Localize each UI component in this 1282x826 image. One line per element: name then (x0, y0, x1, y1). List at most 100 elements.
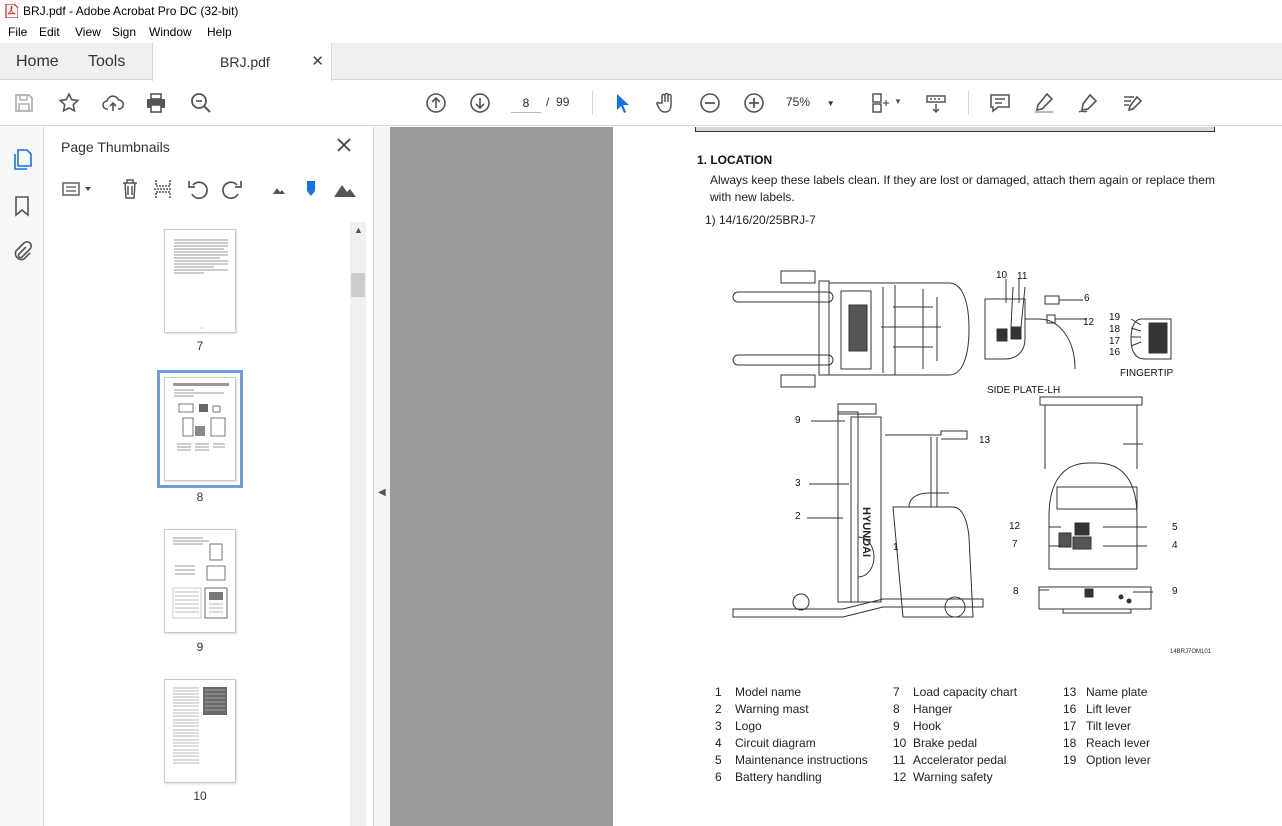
page-preview (172, 537, 228, 619)
page-thumbnail[interactable] (164, 529, 236, 633)
hand-tool-icon[interactable] (654, 91, 678, 115)
panel-title: Page Thumbnails (61, 139, 170, 155)
tab-document[interactable]: BRJ.pdf ✕ (152, 43, 332, 81)
delete-page-icon[interactable] (118, 177, 142, 201)
legend-item: 16 Lift lever (1063, 701, 1151, 718)
page-display-icon[interactable] (868, 91, 898, 115)
legend-label: Battery handling (735, 770, 822, 784)
highlight-pen-icon[interactable] (1032, 91, 1056, 115)
sign-pen-icon[interactable] (1076, 91, 1100, 115)
legend-item: 10 Brake pedal (893, 735, 1017, 752)
menu-view[interactable]: View (75, 25, 101, 39)
menu-sign[interactable]: Sign (112, 25, 136, 39)
menu-edit[interactable]: Edit (39, 25, 60, 39)
comment-icon[interactable] (988, 91, 1012, 115)
bookmark-icon[interactable] (10, 194, 34, 218)
fingertip-caption: FINGERTIP (1120, 368, 1174, 379)
next-page-icon[interactable] (468, 91, 492, 115)
callout-number: 12 (1083, 317, 1095, 328)
tab-tools[interactable]: Tools (88, 53, 125, 71)
zoom-level-select[interactable]: 75% ▼ (786, 95, 835, 109)
callout-number: 12 (1009, 521, 1021, 532)
rotate-left-icon[interactable] (186, 177, 210, 201)
print-icon[interactable] (144, 91, 168, 115)
thumbnail-smaller-icon[interactable] (267, 177, 291, 201)
legend-label: Hook (913, 719, 942, 733)
page-thumbnail[interactable] (164, 229, 236, 333)
star-icon[interactable] (57, 91, 81, 115)
page-thumbnails-icon[interactable] (10, 148, 34, 172)
menu-window[interactable]: Window (149, 25, 192, 39)
legend-number: 11 (893, 753, 906, 767)
legend-label: Maintenance instructions (735, 753, 868, 767)
legend-label: Reach lever (1086, 736, 1151, 750)
chevron-down-icon[interactable]: ▼ (894, 97, 902, 106)
instruction-paragraph: Always keep these labels clean. If they … (710, 173, 1215, 204)
page-count: / 99 (546, 95, 569, 109)
chevron-down-icon: ▼ (826, 99, 835, 108)
page-number-input[interactable]: 8 (511, 93, 541, 113)
scrollbar-thumb[interactable] (351, 273, 365, 297)
page-thumbnail-selected[interactable] (157, 370, 243, 488)
callout-number: 4 (1172, 540, 1178, 551)
side-plate-drawing (984, 286, 1079, 370)
legend-item: 2 Warning mast (715, 701, 868, 718)
legend-column: 1 Model name 2 Warning mast 3 Logo 4 Circuit… (715, 684, 868, 786)
callout-number: 6 (1084, 293, 1090, 304)
scroll-mode-icon[interactable] (924, 91, 948, 115)
edit-pdf-icon[interactable] (1120, 91, 1144, 115)
section-heading: 1. LOCATION (697, 153, 773, 167)
rotate-right-icon[interactable] (220, 177, 244, 201)
legend-item: 12 Warning safety (893, 769, 1017, 786)
page-total: 99 (556, 95, 570, 109)
thumbnail-toolbar (58, 177, 363, 203)
cloud-upload-icon[interactable] (101, 91, 125, 115)
toolbar-divider (968, 91, 969, 115)
title-bar: BRJ.pdf - Adobe Acrobat Pro DC (32-bit) (0, 0, 1282, 22)
thumbnail-scrollbar[interactable]: ▲ (350, 222, 366, 826)
thumbnail-size-slider[interactable] (299, 177, 323, 201)
previous-page-icon[interactable] (424, 91, 448, 115)
main-toolbar: 8 / 99 75% ▼ ▼ (0, 81, 1282, 126)
menu-file[interactable]: File (8, 25, 27, 39)
legend-number: 13 (1063, 685, 1077, 699)
callout-number: 2 (795, 511, 801, 522)
navigation-rail (0, 127, 44, 826)
zoom-search-icon[interactable] (189, 91, 213, 115)
legend-label: Option lever (1086, 753, 1151, 767)
thumbnail-larger-icon[interactable] (331, 177, 359, 201)
thumbnail-label: 10 (193, 789, 207, 803)
legend-label: Hanger (913, 702, 953, 716)
zoom-out-icon[interactable] (698, 91, 722, 115)
tab-home[interactable]: Home (16, 53, 59, 71)
legend-item: 4 Circuit diagram (715, 735, 868, 752)
side-view-drawing: HYUNDAI (732, 403, 984, 618)
thumbnail-label: 7 (196, 339, 204, 353)
callout-number: 7 (1012, 539, 1018, 550)
page-thumbnail[interactable] (164, 679, 236, 783)
collapse-panel-icon[interactable]: ◀ (378, 487, 386, 498)
select-cursor-icon[interactable] (610, 91, 634, 115)
extract-page-icon[interactable] (151, 177, 175, 201)
close-tab-icon[interactable]: ✕ (311, 52, 324, 70)
fingertip-drawing (1130, 318, 1172, 360)
attachment-icon[interactable] (10, 240, 34, 264)
legend-item: 17 Tilt lever (1063, 718, 1151, 735)
scroll-up-arrow-icon[interactable]: ▲ (354, 225, 363, 235)
legend-number: 9 (893, 719, 900, 733)
thumbnail-options-icon[interactable] (60, 177, 94, 201)
legend-number: 7 (893, 685, 900, 699)
menu-help[interactable]: Help (207, 25, 232, 39)
close-panel-icon[interactable] (336, 137, 352, 153)
legend-number: 1 (715, 685, 722, 699)
legend-label: Circuit diagram (735, 736, 816, 750)
zoom-in-icon[interactable] (742, 91, 766, 115)
thumbnail-list[interactable]: 7 8 9 10 (44, 222, 350, 826)
legend-item: 7 Load capacity chart (893, 684, 1017, 701)
legend-label: Warning safety (913, 770, 993, 784)
legend-number: 12 (893, 770, 907, 784)
callout-number: 5 (1172, 522, 1178, 533)
save-icon[interactable] (12, 91, 36, 115)
forklift-label-locations-diagram: HYUNDAI (732, 270, 1172, 618)
document-page: 1. LOCATION Always keep these labels cle… (613, 127, 1282, 826)
